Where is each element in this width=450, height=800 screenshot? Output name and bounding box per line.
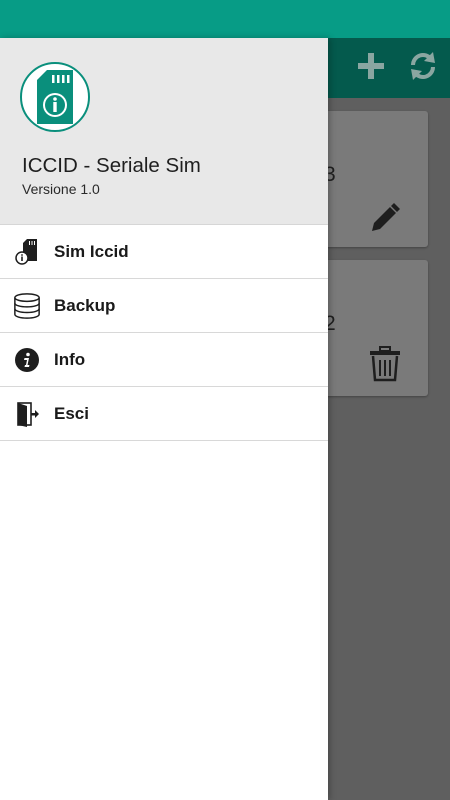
menu-item-info[interactable]: Info bbox=[0, 333, 328, 387]
sim-card-info-icon bbox=[20, 62, 90, 132]
menu-item-esci[interactable]: Esci bbox=[0, 387, 328, 441]
exit-icon bbox=[13, 400, 41, 428]
app-title: ICCID - Seriale Sim bbox=[22, 154, 201, 177]
navigation-drawer: ICCID - Seriale Sim Versione 1.0 Sim Icc… bbox=[0, 38, 328, 800]
menu-item-label: Esci bbox=[54, 403, 89, 423]
drawer-menu: Sim Iccid Backup Info Esci bbox=[0, 225, 328, 441]
refresh-icon bbox=[407, 50, 439, 87]
add-button[interactable] bbox=[353, 50, 389, 86]
app-version: Versione 1.0 bbox=[22, 181, 100, 197]
sim-card-icon bbox=[13, 238, 41, 266]
edit-icon[interactable] bbox=[368, 201, 402, 240]
status-bar bbox=[0, 0, 450, 38]
trash-icon[interactable] bbox=[368, 346, 402, 387]
menu-item-label: Backup bbox=[54, 295, 116, 315]
menu-item-label: Info bbox=[54, 349, 86, 369]
menu-item-backup[interactable]: Backup bbox=[0, 279, 328, 333]
refresh-button[interactable] bbox=[405, 50, 441, 86]
menu-item-sim-iccid[interactable]: Sim Iccid bbox=[0, 225, 328, 279]
drawer-header: ICCID - Seriale Sim Versione 1.0 bbox=[0, 38, 328, 225]
info-icon bbox=[13, 346, 41, 374]
database-icon bbox=[13, 292, 41, 320]
menu-item-label: Sim Iccid bbox=[54, 241, 129, 261]
add-icon bbox=[357, 52, 385, 85]
